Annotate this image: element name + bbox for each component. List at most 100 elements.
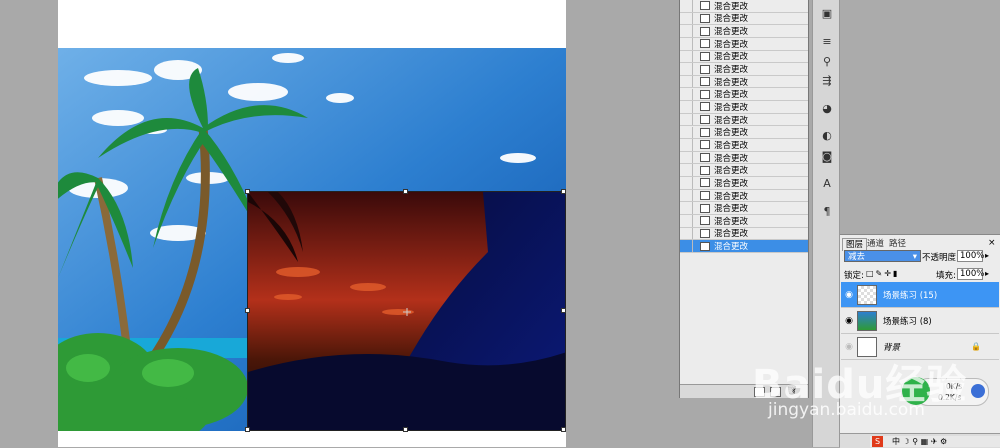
snapshot-checkbox[interactable]: [680, 240, 693, 252]
history-step[interactable]: 混合更改: [680, 189, 808, 203]
transform-handle-br[interactable]: [561, 427, 566, 432]
history-step-label: 混合更改: [714, 216, 749, 227]
blend-mode-value: 减去: [848, 252, 866, 262]
history-step[interactable]: 混合更改: [680, 50, 808, 64]
history-step[interactable]: 混合更改: [680, 88, 808, 102]
history-step-icon: [700, 140, 710, 150]
history-step[interactable]: 混合更改: [680, 25, 808, 38]
history-step[interactable]: 混合更改: [680, 0, 808, 13]
blend-mode-select[interactable]: 减去 ▾: [844, 250, 921, 262]
history-step-label: 混合更改: [714, 90, 749, 101]
history-step-icon: [700, 77, 710, 87]
history-step[interactable]: 混合更改: [680, 227, 808, 241]
transform-handle-l[interactable]: [245, 308, 250, 313]
opacity-input[interactable]: 100%: [957, 250, 984, 262]
snapshot-checkbox[interactable]: [680, 37, 693, 50]
opacity-arrow-icon[interactable]: ▸: [985, 251, 989, 260]
history-step-label: 混合更改: [714, 77, 749, 88]
snapshot-checkbox[interactable]: [680, 12, 693, 25]
layer-comp-icon[interactable]: ◙: [820, 151, 834, 163]
history-step[interactable]: 混合更改: [680, 164, 808, 178]
panel-close-icon[interactable]: ×: [988, 238, 996, 248]
snapshot-checkbox[interactable]: [680, 189, 693, 202]
clone-source-icon[interactable]: ⇶: [820, 75, 834, 87]
adjust-icon[interactable]: ≡: [820, 36, 834, 48]
history-step-label: 混合更改: [714, 153, 749, 164]
sunset-layer-image[interactable]: [247, 191, 566, 431]
layer-row[interactable]: ◉ 场景练习 (8): [841, 308, 999, 334]
history-step-label: 混合更改: [714, 229, 749, 240]
history-step-label: 混合更改: [714, 102, 749, 113]
layer-name: 场景练习 (8): [883, 316, 932, 327]
layer-name: 场景练习 (15): [883, 290, 938, 301]
palette-icon[interactable]: ◕: [820, 103, 834, 115]
history-step-icon: [700, 191, 710, 201]
paragraph-icon[interactable]: ¶: [820, 206, 834, 218]
snapshot-checkbox[interactable]: [680, 88, 693, 101]
history-step-icon: [700, 102, 710, 112]
visibility-eye-icon[interactable]: ◉: [841, 316, 857, 326]
snapshot-checkbox[interactable]: [680, 63, 693, 75]
transform-handle-tl[interactable]: [245, 189, 250, 194]
history-step[interactable]: 混合更改: [680, 202, 808, 215]
history-step-icon: [700, 241, 710, 251]
transform-center-icon[interactable]: [403, 308, 411, 316]
snapshot-checkbox[interactable]: [680, 151, 693, 164]
snapshot-checkbox[interactable]: [680, 0, 693, 12]
history-step-icon: [700, 165, 710, 175]
panel-gutter: [840, 0, 1000, 234]
transform-handle-b[interactable]: [403, 427, 408, 432]
snapshot-checkbox[interactable]: [680, 215, 693, 227]
history-step[interactable]: 混合更改: [680, 12, 808, 26]
history-step[interactable]: 混合更改: [680, 126, 808, 140]
history-step[interactable]: 混合更改: [680, 151, 808, 165]
history-step[interactable]: 混合更改: [680, 113, 808, 127]
history-step[interactable]: 混合更改: [680, 215, 808, 228]
snapshot-checkbox[interactable]: [680, 101, 693, 113]
history-step[interactable]: 混合更改: [680, 75, 808, 89]
snapshot-checkbox[interactable]: [680, 113, 693, 126]
history-step[interactable]: 混合更改: [680, 177, 808, 190]
visibility-eye-icon[interactable]: ◉: [841, 342, 857, 352]
transform-handle-r[interactable]: [561, 308, 566, 313]
fill-input[interactable]: 100%: [957, 268, 984, 280]
history-step[interactable]: 混合更改: [680, 37, 808, 51]
snapshot-checkbox[interactable]: [680, 177, 693, 189]
snapshot-checkbox[interactable]: [680, 25, 693, 37]
history-step-label: 混合更改: [714, 27, 749, 38]
mask-icon[interactable]: ◐: [820, 130, 834, 142]
snapshot-checkbox[interactable]: [680, 139, 693, 151]
history-step[interactable]: 混合更改: [680, 240, 808, 253]
snapshot-checkbox[interactable]: [680, 164, 693, 177]
history-step-icon: [700, 89, 710, 99]
tray-icons[interactable]: 中 ☽ ⚲ ▦ ✈ ⚙: [892, 436, 947, 447]
chevron-down-icon: ▾: [912, 252, 917, 262]
transform-handle-tr[interactable]: [561, 189, 566, 194]
transform-handle-bl[interactable]: [245, 427, 250, 432]
brush-preset-icon[interactable]: ⚲: [820, 56, 834, 68]
history-step[interactable]: 混合更改: [680, 63, 808, 76]
history-step-label: 混合更改: [714, 128, 749, 139]
transform-handle-t[interactable]: [403, 189, 408, 194]
history-step-label: 混合更改: [714, 242, 749, 253]
snapshot-checkbox[interactable]: [680, 50, 693, 63]
history-step-label: 混合更改: [714, 39, 749, 50]
visibility-eye-icon[interactable]: ◉: [841, 290, 857, 300]
character-icon[interactable]: A: [820, 178, 834, 190]
history-step-label: 混合更改: [714, 166, 749, 177]
layer-row[interactable]: ◉ 场景练习 (15): [841, 282, 999, 308]
input-method-icon[interactable]: S: [872, 436, 883, 447]
fill-arrow-icon[interactable]: ▸: [985, 269, 989, 278]
snapshot-checkbox[interactable]: [680, 227, 693, 240]
snapshot-checkbox[interactable]: [680, 202, 693, 214]
history-step-icon: [700, 39, 710, 49]
snapshot-checkbox[interactable]: [680, 126, 693, 139]
tab-paths[interactable]: 路径: [886, 238, 909, 250]
tab-channels[interactable]: 通道: [864, 238, 887, 250]
image-icon[interactable]: ▣: [820, 8, 834, 20]
lock-options-icon[interactable]: □✎✛▮: [866, 269, 899, 278]
history-step[interactable]: 混合更改: [680, 139, 808, 152]
snapshot-checkbox[interactable]: [680, 75, 693, 88]
history-step[interactable]: 混合更改: [680, 101, 808, 114]
history-step-icon: [700, 127, 710, 137]
